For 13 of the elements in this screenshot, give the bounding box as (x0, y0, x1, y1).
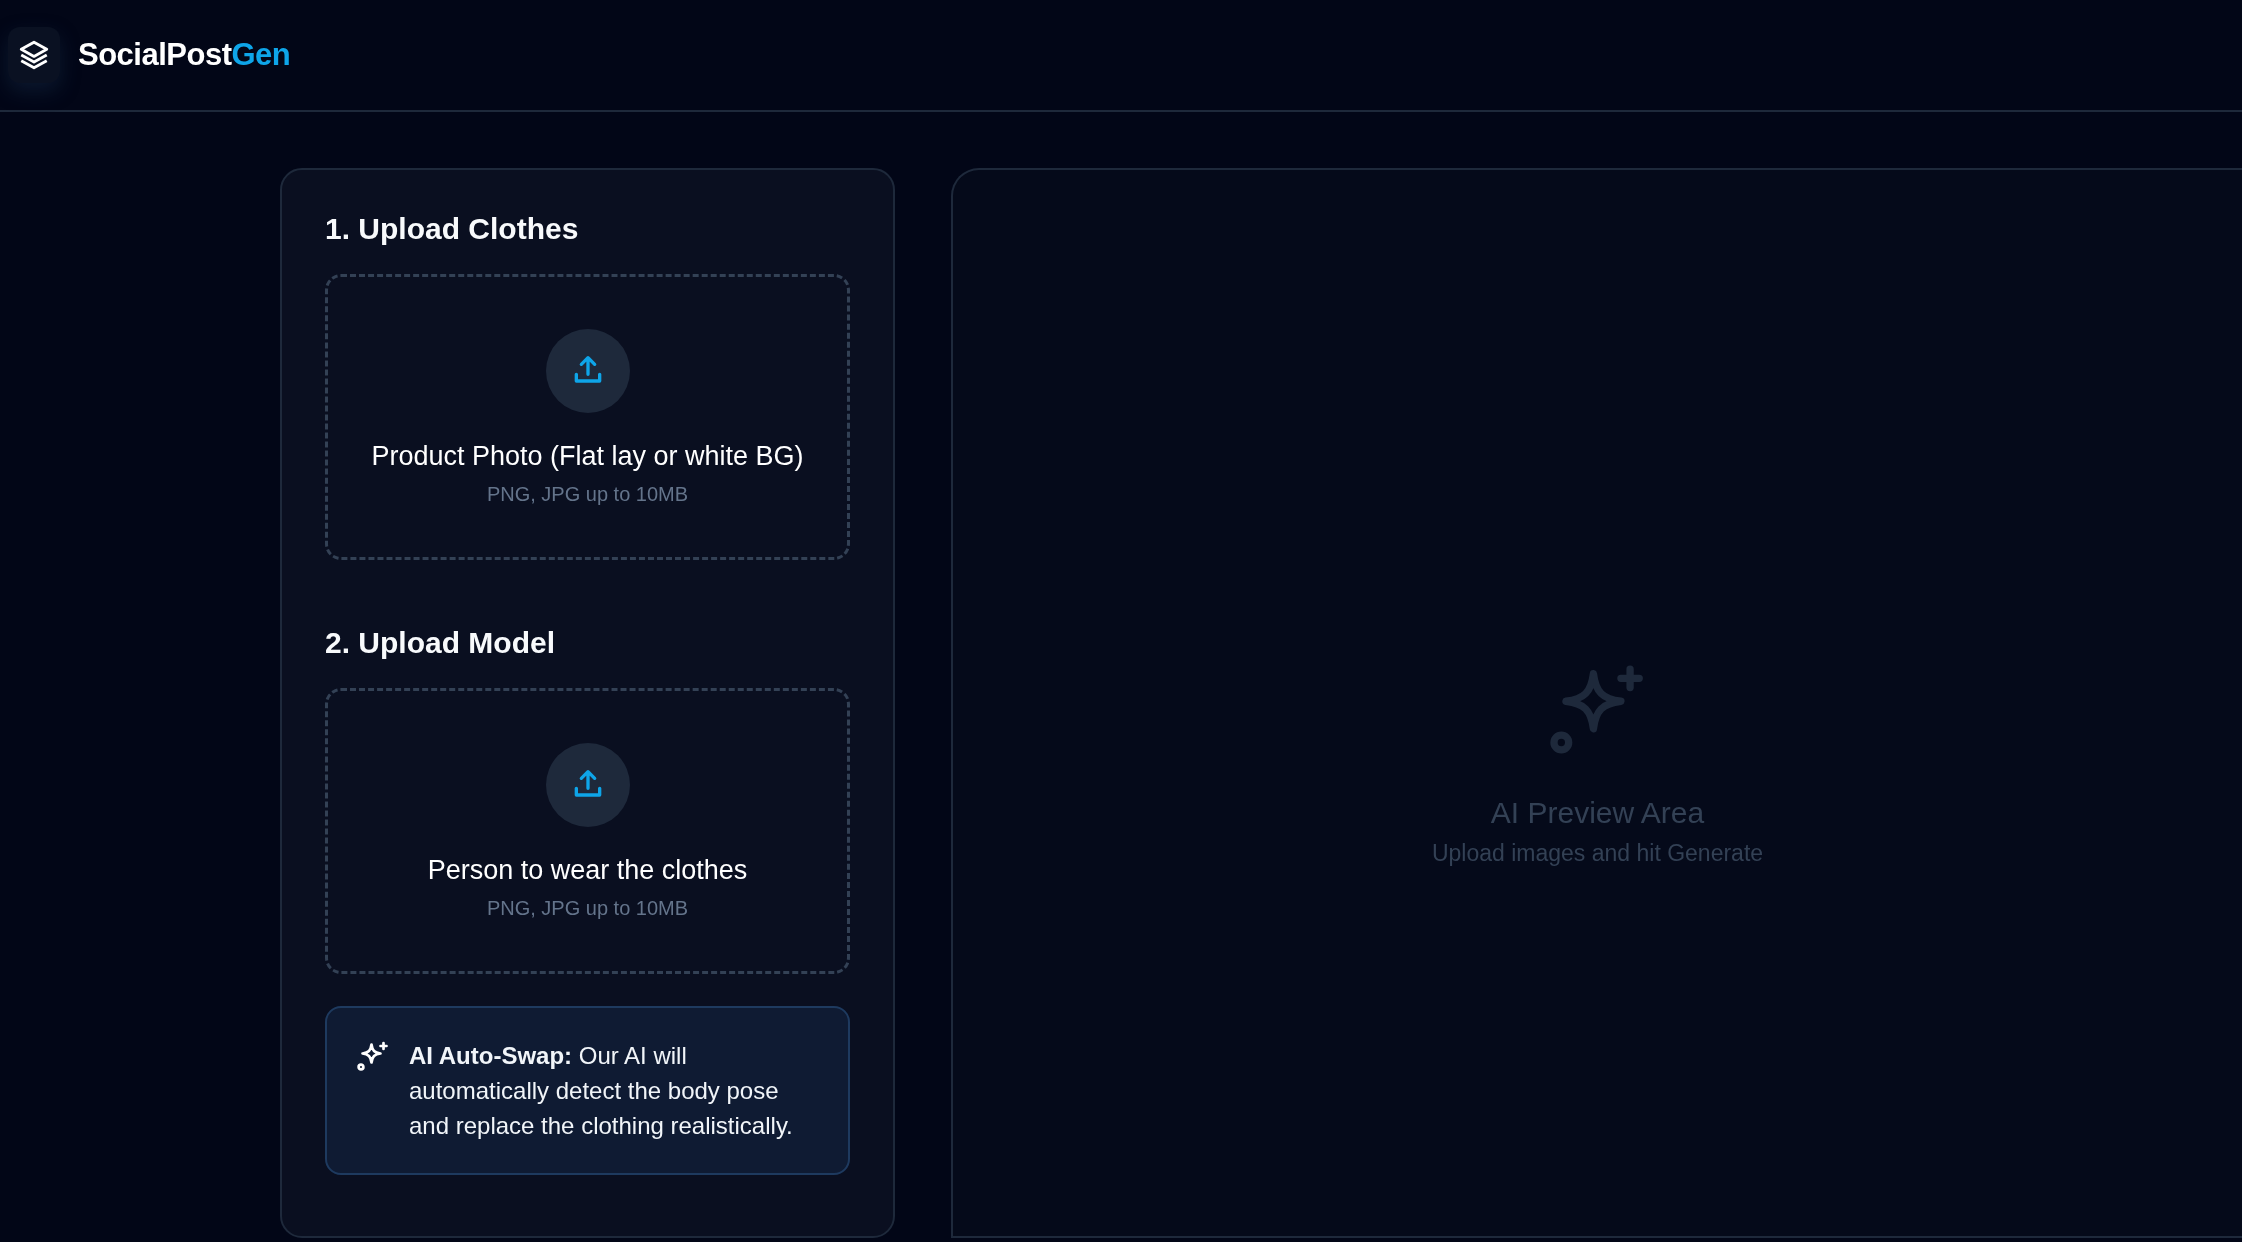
upload-dropzone[interactable]: Product Photo (Flat lay or white BG) PNG, JPG up to 10MB (325, 274, 850, 560)
section-title: 2. Upload Model (325, 626, 556, 660)
dropzone-hint: PNG, JPG up to 10MB (486, 896, 689, 920)
dropzone-hint: PNG, JPG up to 10MB (486, 482, 689, 506)
preview-subtitle: Upload images and hit Generate (1431, 840, 1764, 867)
dropzone-label: Person to wear the clothes (427, 853, 748, 887)
section-title: 1. Upload Clothes (325, 212, 580, 246)
info-text: AI Auto-Swap: Our AI will automatically detect the body pose and replace the clothing realistically. (409, 1041, 794, 1141)
layers-icon (17, 38, 51, 72)
preview-title: AI Preview Area (1490, 796, 1705, 830)
dropzone-label: Product Photo (Flat lay or white BG) (371, 439, 804, 473)
upload-dropzone[interactable]: Person to wear the clothes PNG, JPG up to 10MB (325, 688, 850, 974)
brand-name: SocialPostGen (78, 37, 291, 73)
